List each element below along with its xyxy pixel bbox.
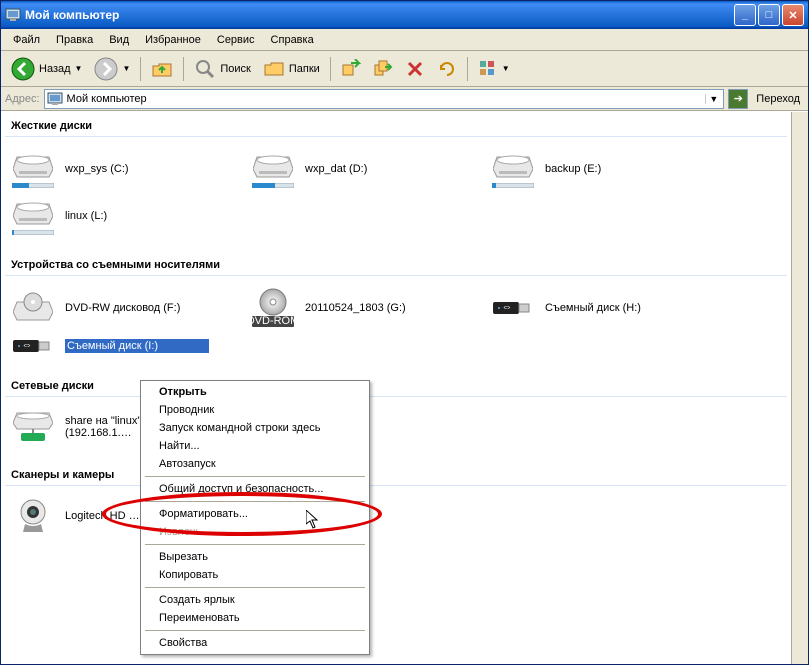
context-menu-item[interactable]: Переименовать (143, 609, 367, 627)
group-header: Жесткие диски (5, 116, 787, 137)
drive-item[interactable]: DVD-ROM 20110524_1803 (G:) (249, 288, 449, 328)
address-label: Адрес: (5, 93, 40, 105)
items-row: Logitech HD … (5, 494, 787, 546)
netdrive-icon (9, 409, 57, 445)
drive-item[interactable]: ⇔ Съемный диск (I:) (9, 336, 209, 356)
usb-icon: ⇔ (9, 336, 57, 356)
context-menu-item[interactable]: Форматировать... (143, 505, 367, 523)
hdd-icon (9, 149, 57, 188)
drive-item[interactable]: wxp_dat (D:) (249, 149, 449, 188)
context-menu-item[interactable]: Открыть (143, 383, 367, 401)
svg-text:⇔: ⇔ (22, 339, 33, 351)
move-to-button[interactable] (337, 57, 365, 81)
my-computer-icon (5, 7, 21, 23)
drive-label: 20110524_1803 (G:) (305, 302, 449, 314)
drive-label: linux (L:) (65, 210, 209, 222)
group-header: Сканеры и камеры (5, 465, 787, 486)
drive-item[interactable]: wxp_sys (C:) (9, 149, 209, 188)
copy-to-button[interactable] (369, 57, 397, 81)
drive-label: Съемный диск (I:) (65, 339, 209, 353)
forward-button[interactable]: ▼ (90, 55, 134, 83)
toolbar-separator (140, 57, 141, 81)
toolbar-separator (467, 57, 468, 81)
context-menu-separator (145, 501, 365, 502)
menu-favorites[interactable]: Избранное (137, 32, 209, 48)
window-controls: _ □ ✕ (734, 4, 804, 26)
context-menu-item[interactable]: Создать ярлык (143, 591, 367, 609)
chevron-down-icon[interactable]: ▼ (705, 94, 721, 104)
delete-button[interactable] (401, 57, 429, 81)
go-button[interactable]: Переход (752, 93, 804, 105)
menu-file[interactable]: Файл (5, 32, 48, 48)
drive-label: wxp_sys (C:) (65, 163, 209, 175)
explorer-window: Мой компьютер _ □ ✕ Файл Правка Вид Избр… (0, 0, 809, 665)
drive-item[interactable]: DVD-RW дисковод (F:) (9, 288, 209, 328)
hdd-icon (9, 196, 57, 235)
hdd-icon (489, 149, 537, 188)
toolbar-separator (330, 57, 331, 81)
context-menu-item[interactable]: Вырезать (143, 548, 367, 566)
content-area: Жесткие диски wxp_sys (C:) wxp_dat (D:) bac… (1, 111, 808, 664)
chevron-down-icon: ▼ (75, 64, 83, 73)
menu-edit[interactable]: Правка (48, 32, 101, 48)
context-menu-item[interactable]: Свойства (143, 634, 367, 652)
back-button[interactable]: Назад ▼ (7, 55, 86, 83)
menu-view[interactable]: Вид (101, 32, 137, 48)
drive-label: wxp_dat (D:) (305, 163, 449, 175)
content-pane[interactable]: Жесткие диски wxp_sys (C:) wxp_dat (D:) bac… (1, 112, 791, 664)
address-input[interactable]: Мой компьютер ▼ (44, 89, 725, 109)
context-menu-item[interactable]: Общий доступ и безопасность... (143, 480, 367, 498)
svg-text:DVD-ROM: DVD-ROM (251, 315, 295, 327)
toolbar: Назад ▼ ▼ Поиск Папки (1, 51, 808, 87)
svg-text:⇔: ⇔ (502, 301, 513, 313)
context-menu-separator (145, 587, 365, 588)
drive-label: DVD-RW дисковод (F:) (65, 302, 209, 314)
maximize-button[interactable]: □ (758, 4, 780, 26)
menubar: Файл Правка Вид Избранное Сервис Справка (1, 29, 808, 51)
context-menu-item[interactable]: Запуск командной строки здесь (143, 419, 367, 437)
my-computer-icon (47, 91, 63, 107)
drive-label: Съемный диск (H:) (545, 302, 689, 314)
context-menu-item: Извлечь (143, 523, 367, 541)
context-menu-item[interactable]: Автозапуск (143, 455, 367, 473)
items-row: share на "linux" (Z:)(192.168.1.… (5, 405, 787, 457)
window-title: Мой компьютер (25, 8, 734, 22)
minimize-button[interactable]: _ (734, 4, 756, 26)
usb-icon: ⇔ (489, 298, 537, 318)
group-header: Сетевые диски (5, 376, 787, 397)
dvdrw-icon (9, 292, 57, 324)
context-menu-item[interactable]: Копировать (143, 566, 367, 584)
titlebar[interactable]: Мой компьютер _ □ ✕ (1, 1, 808, 29)
group-header: Устройства со съемными носителями (5, 255, 787, 276)
items-row: DVD-RW дисковод (F:) DVD-ROM 20110524_1803… (5, 284, 787, 368)
context-menu-separator (145, 476, 365, 477)
vertical-scrollbar[interactable] (791, 112, 808, 664)
webcam-icon (9, 498, 57, 534)
chevron-down-icon: ▼ (502, 64, 510, 73)
context-menu: ОткрытьПроводникЗапуск командной строки … (140, 380, 370, 655)
dvdrom-icon: DVD-ROM (249, 288, 297, 328)
undo-button[interactable] (433, 57, 461, 81)
go-arrow-icon[interactable]: ➔ (728, 89, 748, 109)
menu-tools[interactable]: Сервис (209, 32, 263, 48)
context-menu-separator (145, 544, 365, 545)
close-button[interactable]: ✕ (782, 4, 804, 26)
drive-item[interactable]: linux (L:) (9, 196, 209, 235)
chevron-down-icon: ▼ (122, 64, 130, 73)
context-menu-separator (145, 630, 365, 631)
views-button[interactable]: ▼ (474, 57, 514, 81)
toolbar-separator (183, 57, 184, 81)
drive-item[interactable]: ⇔ Съемный диск (H:) (489, 288, 689, 328)
search-button[interactable]: Поиск (190, 56, 254, 82)
context-menu-item[interactable]: Проводник (143, 401, 367, 419)
items-row: wxp_sys (C:) wxp_dat (D:) backup (E:) linux… (5, 145, 787, 247)
drive-label: backup (E:) (545, 163, 689, 175)
up-button[interactable] (147, 56, 177, 82)
address-bar: Адрес: Мой компьютер ▼ ➔ Переход (1, 87, 808, 111)
menu-help[interactable]: Справка (263, 32, 322, 48)
folders-button[interactable]: Папки (259, 56, 324, 82)
drive-item[interactable]: backup (E:) (489, 149, 689, 188)
context-menu-item[interactable]: Найти... (143, 437, 367, 455)
hdd-icon (249, 149, 297, 188)
